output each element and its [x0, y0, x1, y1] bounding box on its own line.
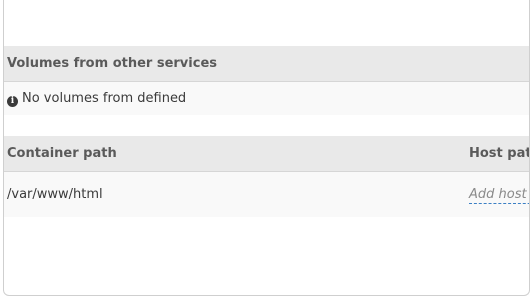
- volumes-table-header: Container path Host path: [4, 136, 529, 172]
- host-path-cell: Add host path: [469, 172, 529, 217]
- column-header-host-path: Host path: [469, 146, 529, 161]
- volumes-from-header: Volumes from other services: [4, 46, 529, 82]
- volumes-from-header-label: Volumes from other services: [7, 56, 217, 71]
- container-path-value: /var/www/html: [7, 187, 103, 202]
- table-row: /var/www/html Add host path: [4, 172, 529, 217]
- column-header-container-path: Container path: [7, 146, 117, 161]
- volumes-from-empty-message: No volumes from defined: [22, 91, 187, 106]
- add-host-path-link[interactable]: Add host path: [469, 187, 529, 204]
- volumes-from-empty-row: i No volumes from defined: [4, 82, 529, 115]
- info-icon: i: [7, 96, 18, 107]
- service-volumes-panel: Volumes from other services i No volumes …: [3, 0, 530, 296]
